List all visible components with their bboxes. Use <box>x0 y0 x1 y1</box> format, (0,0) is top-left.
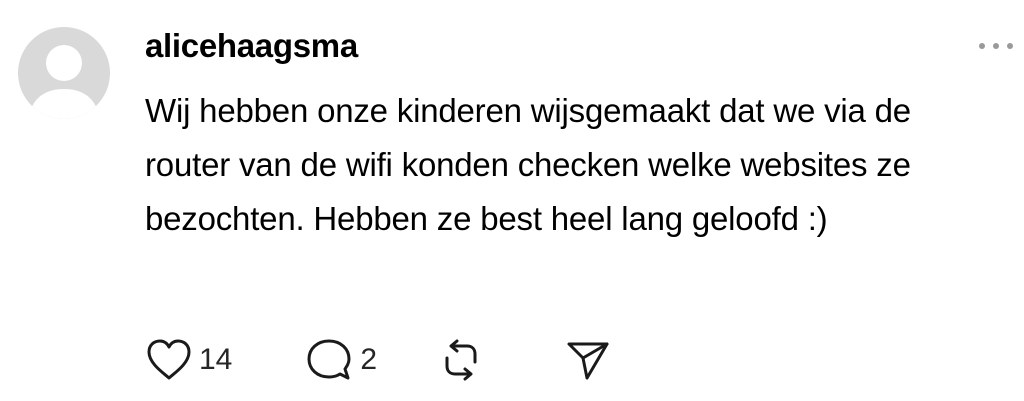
comment-icon <box>307 339 351 380</box>
like-button[interactable]: 14 <box>145 338 232 382</box>
like-count: 14 <box>199 343 233 376</box>
more-icon[interactable] <box>976 36 1016 56</box>
thread-post: alicehaagsma Wij hebben onze kinderen wi… <box>0 0 1024 401</box>
heart-icon <box>147 339 191 380</box>
post-text: Wij hebben onze kinderen wijsgemaakt dat… <box>145 92 911 237</box>
repost-icon <box>445 339 477 381</box>
username[interactable]: alicehaagsma <box>145 26 358 66</box>
reply-button[interactable]: 2 <box>304 336 377 384</box>
reply-count: 2 <box>360 343 378 376</box>
default-avatar-icon <box>28 45 100 119</box>
share-button[interactable] <box>563 336 611 384</box>
action-bar: 14 2 <box>145 336 611 384</box>
repost-button[interactable] <box>437 336 485 384</box>
send-icon <box>567 342 609 380</box>
avatar[interactable] <box>18 27 110 119</box>
